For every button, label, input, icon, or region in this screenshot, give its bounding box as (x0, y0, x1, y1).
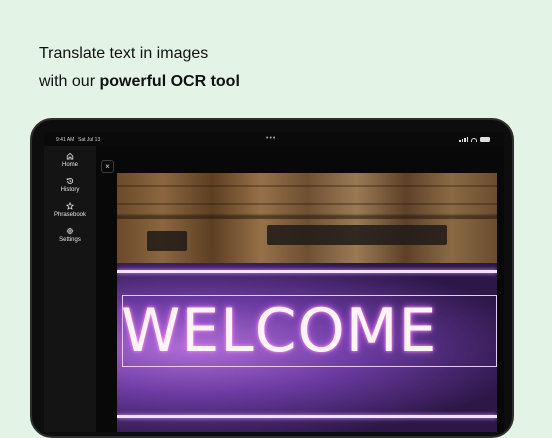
home-icon (66, 152, 74, 160)
sidebar-item-label: Phrasebook (53, 212, 87, 218)
close-button[interactable]: × (101, 160, 114, 173)
sidebar-item-settings[interactable]: Settings (44, 227, 96, 243)
sidebar-item-label: History (60, 187, 80, 193)
wood-dark-patch (267, 225, 447, 245)
multitasking-dots[interactable]: ••• (266, 135, 276, 142)
tablet-screen: 9:41 AM Sat Jul 13 ••• Home History Phra… (44, 132, 504, 432)
star-icon (66, 202, 74, 210)
ocr-source-image[interactable]: WELCOME (117, 173, 497, 432)
tablet-device-frame: 9:41 AM Sat Jul 13 ••• Home History Phra… (30, 118, 514, 438)
wood-ceiling (117, 173, 497, 263)
history-icon (66, 178, 74, 184)
sidebar-item-label: Settings (59, 237, 81, 243)
gear-icon (66, 227, 74, 235)
headline-line-2: with our powerful OCR tool (39, 68, 240, 96)
status-time: 9:41 AM (56, 137, 75, 143)
status-indicators (459, 137, 490, 142)
sidebar-item-history[interactable]: History (44, 177, 96, 193)
sidebar: Home History Phrasebook Settings (44, 146, 96, 432)
promo-headline: Translate text in images with our powerf… (39, 40, 240, 96)
sidebar-item-label: Home (61, 162, 78, 168)
neon-tube-top (117, 270, 497, 273)
status-bar: 9:41 AM Sat Jul 13 ••• (44, 132, 504, 146)
wood-grain (117, 203, 497, 205)
welcome-sign-text: WELCOME (121, 296, 438, 366)
status-date: Sat Jul 13 (78, 137, 101, 143)
sidebar-item-phrasebook[interactable]: Phrasebook (44, 202, 96, 218)
sidebar-item-home[interactable]: Home (44, 152, 96, 168)
cellular-signal-icon (459, 137, 468, 142)
wood-dark-patch (147, 231, 187, 251)
neon-tube-bottom (117, 415, 497, 418)
image-viewer: × WELCOME (96, 146, 504, 432)
wood-grain (117, 217, 497, 219)
headline-line-1: Translate text in images (39, 45, 209, 62)
headline-prefix: with our (39, 73, 100, 90)
wood-grain (117, 185, 497, 187)
headline-bold: powerful OCR tool (99, 73, 240, 90)
wifi-icon (471, 137, 477, 142)
battery-icon (480, 137, 490, 142)
